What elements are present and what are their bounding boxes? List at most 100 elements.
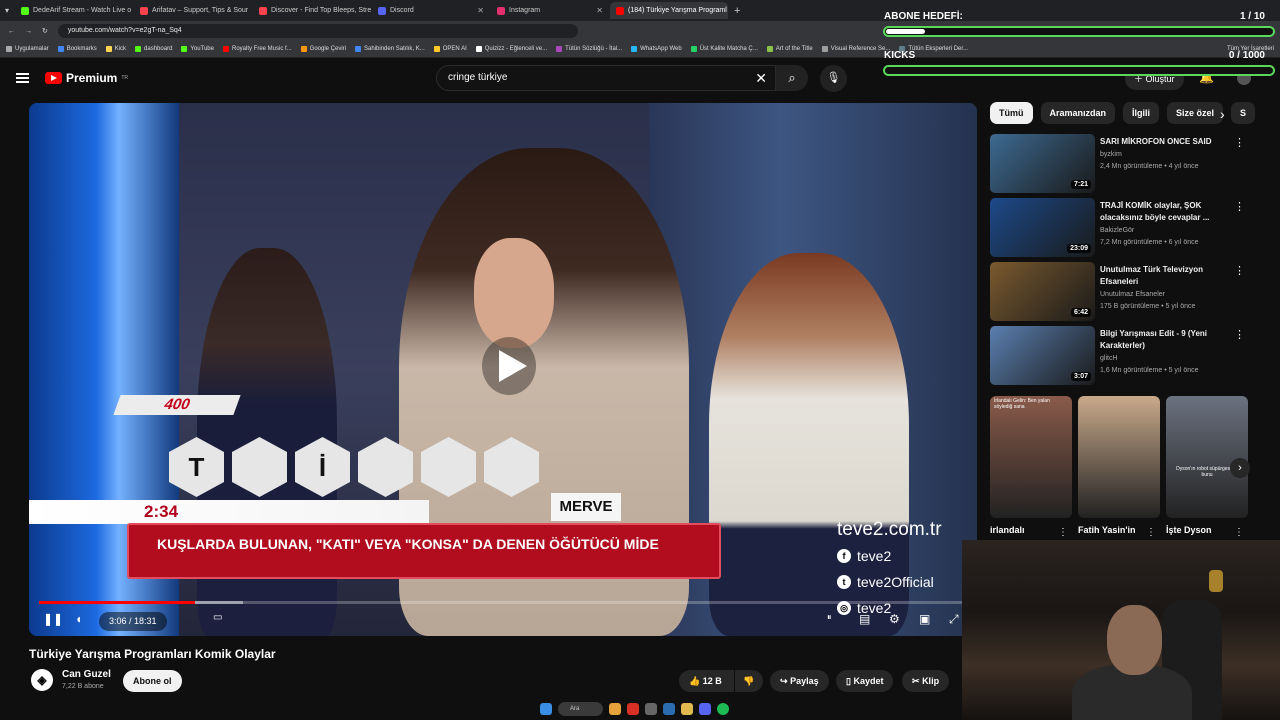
youtube-play-icon [45, 72, 62, 84]
name-tag-text: MERVE [559, 498, 613, 515]
tab-title: Instagram [509, 7, 541, 14]
video-thumbnail[interactable]: 23:09 [990, 198, 1095, 257]
bookmark-label: Visual Reference Se... [830, 46, 891, 52]
app-icon-3[interactable] [663, 702, 675, 715]
bookmark-item[interactable]: Google Çeviri [300, 46, 346, 52]
short-item[interactable]: İrlandalı Gelin: Ben yalan söylediğ sana [990, 396, 1072, 518]
countdown-value: 2:34 [144, 502, 179, 521]
video-player[interactable]: MERVE 400 Tİ 2:34 KUŞLARDA BULUNAN, "KAT… [29, 103, 977, 636]
progress-bar[interactable] [39, 601, 967, 604]
browser-tab[interactable]: Instagram ✕ [491, 2, 609, 19]
recommendation-item[interactable]: 6:42 Unutulmaz Türk Televizyon Efsaneleri… [990, 262, 1245, 322]
bookmark-item[interactable]: Quizizz - Eğlenceli ve... [475, 46, 547, 52]
filter-chip[interactable]: S [1231, 102, 1256, 124]
filter-chip[interactable]: Aramanızdan [1040, 102, 1116, 124]
back-icon[interactable]: ← [8, 28, 15, 35]
short-more-icon[interactable]: ⋮ [1146, 527, 1156, 538]
more-options-icon[interactable]: ⋮ [1234, 328, 1245, 341]
shorts-next-button[interactable]: › [1230, 458, 1250, 478]
bookmark-item[interactable]: YouTube [181, 46, 214, 52]
short-item[interactable] [1078, 396, 1160, 518]
dislike-button[interactable]: 👎 [735, 670, 763, 692]
url-field[interactable]: youtube.com/watch?v=e2gT-na_Sq4 [57, 24, 578, 38]
reload-icon[interactable]: ↻ [42, 27, 48, 35]
volume-icon[interactable]: ◖ [75, 612, 82, 626]
channel-avatar[interactable]: ◈ [31, 669, 53, 691]
pause-icon[interactable]: ❚❚ [43, 612, 63, 626]
recommendation-item[interactable]: 7:21 SARI MİKROFON ONCE SAID byzkim 2,4 Mn … [990, 134, 1245, 194]
tab-close-icon[interactable]: ✕ [596, 6, 603, 15]
youtube-logo[interactable]: Premium TR [45, 71, 128, 85]
bookmark-item[interactable]: Tütün Sözlüğü - İtal... [556, 46, 622, 52]
file-explorer-icon[interactable] [681, 702, 693, 715]
taskbar-search[interactable]: Ara [558, 701, 603, 716]
filter-chip[interactable]: Size özel [1167, 102, 1224, 124]
short-item[interactable]: Dyson'ın robot süpürgesinin bunu [1166, 396, 1248, 518]
discord-icon[interactable] [699, 702, 711, 715]
browser-tab[interactable]: (184) Türkiye Yarışma Programl✕ [610, 2, 728, 19]
theater-mode-icon[interactable]: ▣ [919, 612, 930, 626]
forward-icon[interactable]: → [25, 28, 32, 35]
browser-tab[interactable]: Discover - Find Top Bleeps, Stre✕ [253, 2, 371, 19]
channel-name[interactable]: Can Guzel [62, 669, 111, 680]
search-button[interactable]: ⌕ [776, 65, 808, 91]
more-options-icon[interactable]: ⋮ [1234, 200, 1245, 213]
browser-tab[interactable]: DedeArif Stream - Watch Live o✕ [15, 2, 133, 19]
filter-chip[interactable]: Tümü [990, 102, 1033, 124]
bookmark-item[interactable]: Sahibinden Satılık, K... [355, 46, 425, 52]
tab-favicon-icon [140, 6, 148, 15]
chapters-icon[interactable]: ▭ [213, 612, 222, 623]
save-button[interactable]: ▯ Kaydet [836, 670, 894, 692]
bookmark-item[interactable]: Bookmarks [57, 46, 97, 52]
recommendation-item[interactable]: 3:07 Bilgi Yarışması Edit - 9 (Yeni Karak… [990, 326, 1245, 386]
bookmark-item[interactable]: Uygulamalar [6, 46, 49, 52]
settings-gear-icon[interactable]: ⚙ [889, 612, 900, 626]
clip-button[interactable]: ✂ Klip [902, 670, 950, 692]
browser-tab[interactable]: Arifatav – Support, Tips & Sour✕ [134, 2, 252, 19]
bookmark-item[interactable]: Royalty Free Music f... [222, 46, 292, 52]
browser-tab[interactable]: Discord ✕ [372, 2, 490, 19]
bookmark-item[interactable]: dashboard [135, 46, 172, 52]
voice-search-button[interactable]: 🎙 [820, 65, 847, 92]
subtitles-icon[interactable]: ▤ [859, 612, 870, 626]
tab-menu-icon[interactable]: ▾ [0, 6, 14, 15]
bookmark-item[interactable]: Art of the Title [766, 46, 813, 52]
big-play-button[interactable] [482, 337, 536, 395]
tab-close-icon[interactable]: ✕ [477, 6, 484, 15]
app-icon-2[interactable] [645, 702, 657, 715]
player-controls: ❚❚ ◖ 3:06 / 18:31 ▭ ⏸ ▤ ⚙ ▣ ⤢ [29, 608, 977, 636]
search-query: cringe türkiye [448, 72, 508, 83]
letter-hexagon: İ [295, 437, 350, 497]
bookmark-item[interactable]: Üst Kalite Matcha Ç... [690, 46, 758, 52]
bookmark-label: Kick [114, 46, 127, 52]
bookmark-item[interactable]: Visual Reference Se... [821, 46, 891, 52]
video-thumbnail[interactable]: 7:21 [990, 134, 1095, 193]
chips-next-icon[interactable]: › [1220, 106, 1225, 122]
app-icon-1[interactable] [609, 702, 621, 715]
filter-chip[interactable]: İlgili [1123, 102, 1160, 124]
subscribe-button[interactable]: Abone ol [123, 670, 182, 692]
more-options-icon[interactable]: ⋮ [1234, 264, 1245, 277]
short-more-icon[interactable]: ⋮ [1058, 527, 1068, 538]
video-thumbnail[interactable]: 3:07 [990, 326, 1095, 385]
video-thumbnail[interactable]: 6:42 [990, 262, 1095, 321]
clear-search-icon[interactable]: ✕ [755, 66, 767, 90]
recommendation-channel: BakizleGör [1100, 227, 1135, 234]
bookmark-item[interactable]: Kick [105, 46, 127, 52]
recommendation-item[interactable]: 23:09 TRAJİ KOMİK olaylar, ŞOK olacaksını… [990, 198, 1245, 258]
chrome-icon[interactable] [627, 702, 639, 715]
fullscreen-icon[interactable]: ⤢ [949, 612, 959, 627]
windows-start-icon[interactable] [540, 702, 552, 715]
more-options-icon[interactable]: ⋮ [1234, 136, 1245, 149]
autoplay-toggle-icon[interactable]: ⏸ [827, 612, 832, 623]
search-input[interactable]: cringe türkiye ✕ [436, 65, 776, 91]
share-button[interactable]: ↪ Paylaş [770, 670, 829, 692]
spotify-icon[interactable] [717, 702, 729, 715]
bookmark-item[interactable]: OPEN AI [433, 46, 467, 52]
like-button[interactable]: 👍 12 B [679, 670, 734, 692]
score-banner: 400 [113, 395, 241, 415]
bookmark-item[interactable]: WhatsApp Web [631, 46, 682, 52]
short-more-icon[interactable]: ⋮ [1234, 527, 1244, 538]
new-tab-button[interactable]: + [734, 5, 740, 17]
menu-icon[interactable] [16, 73, 29, 83]
